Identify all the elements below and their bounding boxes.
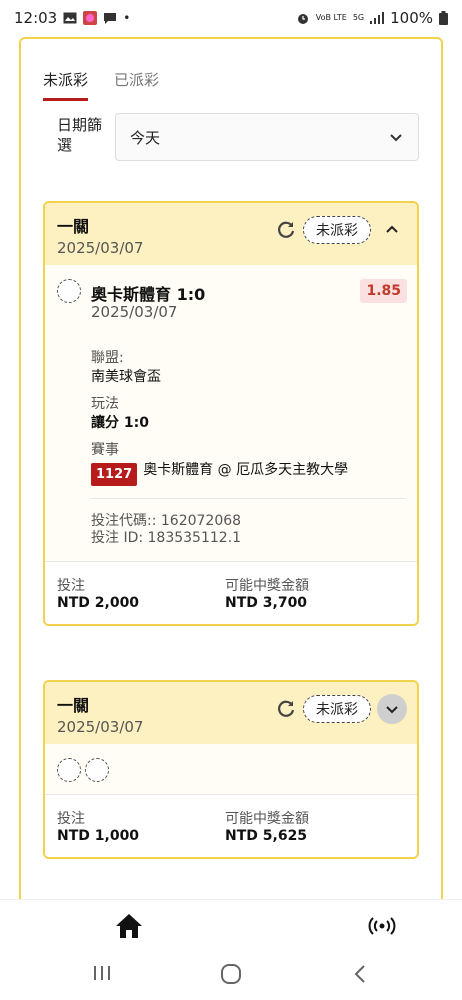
selection-row: 奧卡斯體育 1:0 2025/03/07 1.85 [45,265,417,321]
chevron-down-icon [390,134,402,142]
stake-value: NTD 1,000 [57,828,140,844]
bet-card: 一關 2025/03/07 未派彩 投注 NTD 1,000 可能中獎金額 NT… [43,680,419,859]
bet-card: 一關 2025/03/07 未派彩 奧卡斯體育 1:0 2025/03/07 1… [43,201,419,626]
selection-status-circle [85,758,109,782]
status-bar: 12:03 • VoB LTE 5G 100% [0,0,462,36]
app-notification-icon [83,11,98,25]
volte-indicator: VoB LTE [315,13,347,22]
nav-home-button[interactable] [114,912,144,940]
battery-percent: 100% [390,9,433,27]
selection-title: 奧卡斯體育 1:0 [91,285,206,304]
selection-details: 聯盟: 南美球會盃 玩法 讓分 1:0 賽事 1127 奧卡斯體育 @ 厄瓜多天… [45,309,417,561]
stake-value: NTD 2,000 [57,595,140,611]
chevron-down-icon [386,706,398,714]
selection-status-circle [57,279,81,303]
back-button[interactable] [350,963,370,989]
nav-live-button[interactable] [368,914,396,938]
bet-codes: 投注代碼:: 162072068 投注 ID: 183535112.1 [91,499,405,561]
live-broadcast-icon [368,917,396,935]
bottom-navigation [0,899,462,953]
chat-icon [104,12,117,24]
date-filter: 日期篩選 今天 [57,113,419,161]
bet-code: 投注代碼:: 162072068 [91,513,242,529]
chevron-up-icon [386,225,398,233]
refresh-button[interactable] [275,219,297,241]
refresh-icon [278,221,295,238]
alarm-icon [297,14,308,24]
potential-win-label: 可能中獎金額 [225,811,309,827]
potential-win-value: NTD 5,625 [225,828,308,844]
payout-tabs: 未派彩 已派彩 [43,69,159,101]
expand-button[interactable] [377,694,407,724]
bet-summary: 投注 NTD 1,000 可能中獎金額 NTD 5,625 [45,794,417,857]
play-label: 玩法 [91,396,119,412]
play-value: 讓分 1:0 [91,415,149,431]
home-system-button[interactable] [220,963,242,989]
stake-label: 投注 [57,811,85,827]
stake-label: 投注 [57,578,85,594]
bet-id: 投注 ID: 183535112.1 [91,530,242,546]
battery-icon [439,11,448,25]
status-badge: 未派彩 [303,216,371,244]
refresh-icon [278,700,295,717]
refresh-button[interactable] [275,698,297,720]
date-filter-select[interactable]: 今天 [115,113,419,161]
back-icon [354,965,365,983]
recent-apps-button[interactable] [92,963,112,987]
date-filter-value: 今天 [130,128,161,147]
tab-settled[interactable]: 已派彩 [114,69,159,101]
event-row: 1127 奧卡斯體育 @ 厄瓜多天主教大學 [91,462,405,486]
clock: 12:03 [14,9,58,27]
league-label: 聯盟: [91,350,124,366]
bet-history-container: 未派彩 已派彩 日期篩選 今天 一關 2025/03/07 未派彩 奧卡斯體育 … [19,37,443,927]
collapse-button[interactable] [377,215,407,245]
bet-card-header[interactable]: 一關 2025/03/07 未派彩 [45,203,417,265]
event-label: 賽事 [91,442,119,458]
date-filter-label: 日期篩選 [57,116,103,154]
gallery-icon [63,12,77,24]
recent-apps-icon [94,966,110,980]
league-value: 南美球會盃 [91,369,161,385]
potential-win-label: 可能中獎金額 [225,578,309,594]
event-name: 奧卡斯體育 @ 厄瓜多天主教大學 [143,462,349,478]
event-id-badge: 1127 [91,463,138,486]
tab-unsettled[interactable]: 未派彩 [43,69,89,101]
system-navigation-bar [0,953,462,1000]
home-circle-icon [221,964,241,984]
selection-status-circle [57,758,81,782]
status-badge: 未派彩 [303,695,371,723]
bet-card-header[interactable]: 一關 2025/03/07 未派彩 [45,682,417,744]
selection-date: 2025/03/07 [91,303,178,321]
signal-icon [370,12,385,24]
potential-win-value: NTD 3,700 [225,595,308,611]
dot-icon: • [123,11,131,25]
network-type: 5G [352,13,365,22]
bet-summary: 投注 NTD 2,000 可能中獎金額 NTD 3,700 [45,561,417,624]
home-icon [116,914,142,938]
odds-badge: 1.85 [360,279,407,303]
selection-status-row [45,744,417,794]
